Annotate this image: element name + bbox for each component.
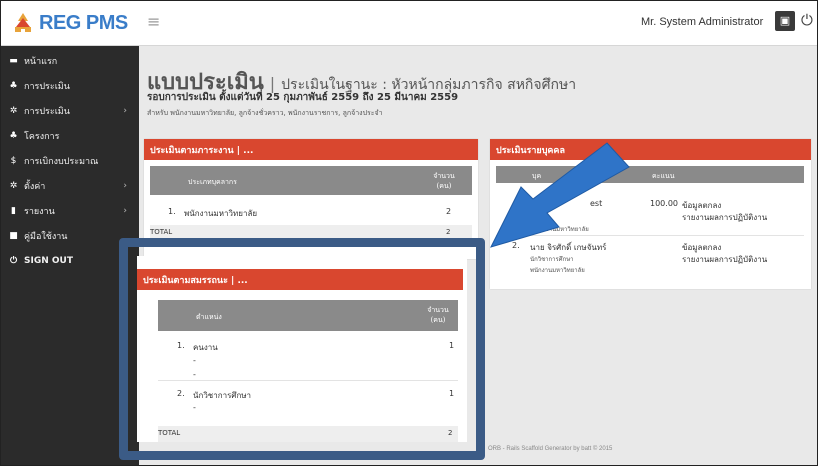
current-user[interactable]: Mr. System Administrator bbox=[641, 16, 763, 28]
column-header-position: ตำแหน่ง bbox=[196, 313, 222, 321]
users-icon: ♣ bbox=[9, 130, 18, 141]
sidebar-item-evaluation-2[interactable]: ✲ การประเมิน › bbox=[1, 98, 139, 123]
total-label: TOTAL bbox=[150, 228, 173, 236]
sidebar-item-reports[interactable]: ▮ รายงาน › bbox=[1, 198, 139, 223]
row-name-link[interactable]: พนักงานมหาวิทยาลัย bbox=[184, 207, 257, 220]
row-number: 1. bbox=[168, 207, 176, 216]
row-detail: - bbox=[193, 370, 196, 379]
chevron-right-icon: › bbox=[123, 105, 127, 116]
total-row: TOTAL 2 bbox=[158, 426, 458, 442]
logo-icon bbox=[15, 13, 31, 32]
row-count: 1 bbox=[449, 389, 455, 398]
total-label: TOTAL bbox=[158, 429, 181, 437]
sidebar-item-label: โครงการ bbox=[24, 131, 60, 142]
cogs-icon: ✲ bbox=[9, 105, 18, 116]
person-org: พนักงานมหาวิทยาลัย bbox=[530, 267, 585, 274]
sidebar-item-home[interactable]: ▬ หน้าแรก bbox=[1, 48, 139, 73]
table-row bbox=[496, 235, 804, 236]
table-header: ตำแหน่ง จำนวน (คน) bbox=[158, 300, 458, 331]
sidebar-item-budget[interactable]: $ การเบิกงบประมาณ bbox=[1, 148, 139, 173]
row-number: 2. bbox=[177, 389, 185, 398]
column-header-type: ประเภทบุคลากร bbox=[188, 178, 237, 186]
position-name-link[interactable]: นักวิชาการศึกษา bbox=[193, 389, 251, 402]
position-name-link[interactable]: คนงาน bbox=[193, 341, 218, 354]
row-detail: - bbox=[193, 356, 196, 365]
highlight-frame: ประเมินตามสมรรถนะ | ... ตำแหน่ง จำนวน (ค… bbox=[119, 238, 485, 460]
chevron-right-icon: › bbox=[123, 180, 127, 191]
sidebar-item-evaluation-1[interactable]: ♣ การประเมิน bbox=[1, 73, 139, 98]
sidebar-item-label: รายงาน bbox=[24, 206, 55, 217]
row-number: 1. bbox=[177, 341, 185, 350]
footer-credit: ORB - Rails Scaffold Generator by batt ©… bbox=[488, 446, 613, 452]
performance-report-link[interactable]: รายงานผลการปฏิบัติงาน bbox=[682, 253, 767, 266]
sidebar-item-label: การประเมิน bbox=[24, 106, 70, 117]
cogs-icon: ✲ bbox=[9, 180, 18, 191]
chevron-right-icon: › bbox=[123, 205, 127, 216]
bar-chart-icon: ▮ bbox=[11, 205, 16, 216]
individual-panel: ประเมินรายบุคคล บุค คะแนน est นักงานมหาว… bbox=[490, 139, 811, 289]
top-bar: REG PMS ≡ Mr. System Administrator ▣ ⏻ bbox=[1, 1, 817, 46]
book-icon: ■ bbox=[9, 230, 18, 241]
sidebar-item-label: การเบิกงบประมาณ bbox=[24, 156, 99, 167]
brand-name: REG PMS bbox=[39, 11, 128, 34]
sidebar-item-label: ตั้งค่า bbox=[24, 181, 46, 192]
sidebar-item-label: หน้าแรก bbox=[24, 56, 58, 67]
sidebar-item-projects[interactable]: ♣ โครงการ bbox=[1, 123, 139, 148]
dashboard-icon: ▬ bbox=[9, 55, 18, 66]
table-header: บุค คะแนน bbox=[496, 166, 804, 183]
person-score: 100.00 bbox=[650, 199, 678, 208]
row-count: 2 bbox=[446, 207, 452, 216]
menu-toggle-icon[interactable]: ≡ bbox=[147, 12, 160, 31]
total-value: 2 bbox=[446, 228, 451, 236]
profile-card-icon[interactable]: ▣ bbox=[775, 11, 795, 31]
person-role: นักวิชาการศึกษา bbox=[530, 256, 574, 263]
sidebar-item-label: การประเมิน bbox=[24, 81, 70, 92]
column-header-person: บุค bbox=[532, 172, 542, 180]
row-divider bbox=[158, 380, 458, 381]
users-icon: ♣ bbox=[9, 80, 18, 91]
row-count: 1 bbox=[449, 341, 455, 350]
sidebar-item-label: คู่มือใช้งาน bbox=[24, 231, 68, 242]
panel-title: ประเมินตามภาระงาน | ... bbox=[144, 139, 478, 160]
power-icon: ⏻ bbox=[9, 255, 18, 266]
person-name-link[interactable]: est bbox=[590, 199, 602, 208]
power-icon[interactable]: ⏻ bbox=[801, 11, 813, 29]
panel-title: ประเมินตามสมรรถนะ | ... bbox=[137, 269, 463, 290]
brand[interactable]: REG PMS bbox=[1, 1, 139, 45]
total-value: 2 bbox=[448, 429, 453, 437]
column-header-count: จำนวน (คน) bbox=[433, 172, 455, 190]
sidebar-item-settings[interactable]: ✲ ตั้งค่า › bbox=[1, 173, 139, 198]
row-detail: - bbox=[193, 403, 196, 412]
competency-panel: ประเมินตามสมรรถนะ | ... ตำแหน่ง จำนวน (ค… bbox=[137, 256, 467, 442]
evaluation-audience: สำหรับ พนักงานมหาวิทยาลัย, ลูกจ้างชั่วคร… bbox=[147, 109, 383, 117]
row-number: 2. bbox=[512, 241, 520, 250]
table-header: ประเภทบุคลากร จำนวน (คน) bbox=[150, 166, 472, 195]
dollar-icon: $ bbox=[10, 155, 17, 166]
app-window: REG PMS ≡ Mr. System Administrator ▣ ⏻ ▬… bbox=[0, 0, 818, 466]
performance-report-link[interactable]: รายงานผลการปฏิบัติงาน bbox=[682, 211, 767, 224]
panel-title: ประเมินรายบุคคล bbox=[490, 139, 811, 160]
person-name-link[interactable]: นาย จิรศักดิ์ เกษจันทร์ bbox=[530, 241, 606, 254]
evaluation-period: รอบการประเมิน ตั้งแต่วันที่ 25 กุมภาพันธ… bbox=[147, 92, 459, 103]
person-org: นักงานมหาวิทยาลัย bbox=[538, 226, 589, 233]
sidebar-item-label: SIGN OUT bbox=[24, 255, 73, 266]
column-header-count: จำนวน (คน) bbox=[427, 306, 449, 324]
column-header-score: คะแนน bbox=[652, 172, 675, 180]
